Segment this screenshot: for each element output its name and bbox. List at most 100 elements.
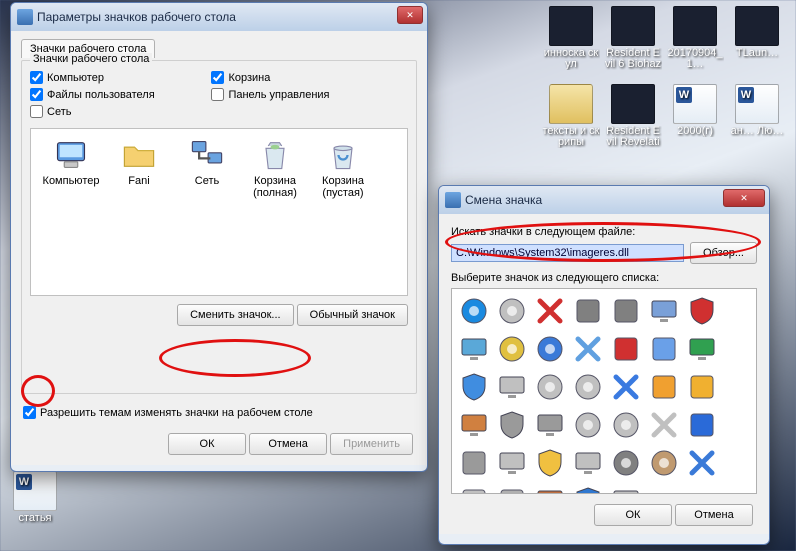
- desktop-icon[interactable]: Resident Evil Revelation…: [602, 82, 664, 160]
- icon-choice[interactable]: [494, 445, 530, 481]
- preview-network[interactable]: Сеть: [173, 137, 241, 199]
- preview-recycle-empty[interactable]: Корзина (пустая): [309, 137, 377, 199]
- checkbox-input[interactable]: [211, 71, 224, 84]
- checkbox-input[interactable]: [30, 88, 43, 101]
- icon-choice[interactable]: [570, 407, 606, 443]
- groupbox-legend: Значки рабочего стола: [30, 53, 152, 65]
- allow-themes-checkbox[interactable]: [23, 406, 36, 419]
- desktop-icon[interactable]: ан… Лю…: [726, 82, 788, 160]
- icon-choice[interactable]: [684, 369, 720, 405]
- checkbox-control-panel[interactable]: Панель управления: [211, 86, 392, 103]
- icon-choice[interactable]: [532, 331, 568, 367]
- icon-choice[interactable]: [456, 407, 492, 443]
- computer-icon: [53, 137, 89, 173]
- icon-choice[interactable]: [456, 331, 492, 367]
- change-icon-button[interactable]: Сменить значок...: [177, 304, 294, 326]
- icon-choice[interactable]: [532, 293, 568, 329]
- ok-button[interactable]: ОК: [594, 504, 672, 526]
- control-panel-icon: [17, 9, 33, 25]
- desktop-icon-area: инноска скул Resident Evil 6 Biohazard 2…: [536, 0, 796, 160]
- icon-choice[interactable]: [608, 407, 644, 443]
- desktop-icon[interactable]: 2000(г): [664, 82, 726, 160]
- close-button[interactable]: ✕: [397, 6, 423, 24]
- window-title: Смена значка: [465, 193, 542, 207]
- icon-choice[interactable]: [684, 445, 720, 481]
- desktop-icon[interactable]: 20170904_1…: [664, 4, 726, 82]
- allow-themes-label: Разрешить темам изменять значки на рабоч…: [40, 407, 313, 419]
- default-icon-button[interactable]: Обычный значок: [297, 304, 408, 326]
- checkbox-computer[interactable]: Компьютер: [30, 69, 211, 86]
- cancel-button[interactable]: Отмена: [249, 433, 327, 455]
- preview-user-files[interactable]: Fani: [105, 137, 173, 199]
- checkbox-user-files[interactable]: Файлы пользователя: [30, 86, 211, 103]
- icon-choice[interactable]: [646, 293, 682, 329]
- checkbox-input[interactable]: [30, 105, 43, 118]
- word-doc-icon: [13, 471, 57, 511]
- icon-choice[interactable]: [532, 369, 568, 405]
- icon-choice[interactable]: [608, 445, 644, 481]
- icon-choice[interactable]: [532, 407, 568, 443]
- icon-preview-list[interactable]: Компьютер Fani Сеть Корзина (полная) Кор…: [30, 128, 408, 296]
- icon-choice[interactable]: [456, 293, 492, 329]
- network-icon: [189, 137, 225, 173]
- icon-path-input[interactable]: [451, 244, 684, 262]
- window-title: Параметры значков рабочего стола: [37, 10, 236, 24]
- control-panel-icon: [445, 192, 461, 208]
- icon-choice[interactable]: [646, 445, 682, 481]
- icon-choice[interactable]: [646, 331, 682, 367]
- close-button[interactable]: ✕: [723, 189, 765, 207]
- icon-choice[interactable]: [494, 369, 530, 405]
- preview-recycle-full[interactable]: Корзина (полная): [241, 137, 309, 199]
- checkbox-recycle-bin[interactable]: Корзина: [211, 69, 392, 86]
- icon-picker-grid[interactable]: [451, 288, 757, 494]
- cancel-button[interactable]: Отмена: [675, 504, 753, 526]
- checkbox-network[interactable]: Сеть: [30, 103, 211, 120]
- ok-button[interactable]: ОК: [168, 433, 246, 455]
- icon-choice[interactable]: [570, 445, 606, 481]
- app-icon: [611, 84, 655, 124]
- icon-choice[interactable]: [646, 407, 682, 443]
- word-doc-icon: [673, 84, 717, 124]
- preview-computer[interactable]: Компьютер: [37, 137, 105, 199]
- app-icon: [735, 6, 779, 46]
- browse-button[interactable]: Обзор...: [690, 242, 757, 264]
- icon-choice[interactable]: [494, 293, 530, 329]
- icon-choice[interactable]: [570, 293, 606, 329]
- desktop-icon[interactable]: инноска скул: [540, 4, 602, 82]
- desktop-icon[interactable]: тексты и скрипы: [540, 82, 602, 160]
- icon-choice[interactable]: [608, 369, 644, 405]
- desktop-icon[interactable]: статья: [4, 469, 66, 547]
- desktop-icon[interactable]: Resident Evil 6 Biohazard: [602, 4, 664, 82]
- icon-choice[interactable]: [456, 445, 492, 481]
- icon-choice[interactable]: [646, 369, 682, 405]
- icon-choice[interactable]: [494, 407, 530, 443]
- icon-choice[interactable]: [570, 369, 606, 405]
- icons-groupbox: Значки рабочего стола Компьютер Корзина …: [21, 60, 417, 394]
- icon-choice[interactable]: [570, 331, 606, 367]
- icon-choice[interactable]: [532, 445, 568, 481]
- icon-choice[interactable]: [532, 483, 568, 494]
- folder-icon: [121, 137, 157, 173]
- titlebar[interactable]: Смена значка ✕: [439, 186, 769, 214]
- icon-choice[interactable]: [494, 331, 530, 367]
- icon-choice[interactable]: [608, 331, 644, 367]
- icon-choice[interactable]: [456, 369, 492, 405]
- titlebar[interactable]: Параметры значков рабочего стола ✕: [11, 3, 427, 31]
- change-icon-dialog: Смена значка ✕ Искать значки в следующем…: [438, 185, 770, 545]
- look-in-label: Искать значки в следующем файле:: [451, 226, 757, 238]
- icon-choice[interactable]: [494, 483, 530, 494]
- icon-choice[interactable]: [570, 483, 606, 494]
- icon-choice[interactable]: [684, 293, 720, 329]
- icon-choice[interactable]: [684, 407, 720, 443]
- icon-choice[interactable]: [608, 293, 644, 329]
- desktop-icon-settings-dialog: Параметры значков рабочего стола ✕ Значк…: [10, 2, 428, 472]
- icon-choice[interactable]: [608, 483, 644, 494]
- checkbox-input[interactable]: [30, 71, 43, 84]
- icon-choice[interactable]: [456, 483, 492, 494]
- checkbox-input[interactable]: [211, 88, 224, 101]
- desktop-icon[interactable]: TLaun…: [726, 4, 788, 82]
- app-icon: [611, 6, 655, 46]
- recycle-empty-icon: [325, 137, 361, 173]
- icon-choice[interactable]: [684, 331, 720, 367]
- apply-button[interactable]: Применить: [330, 433, 413, 455]
